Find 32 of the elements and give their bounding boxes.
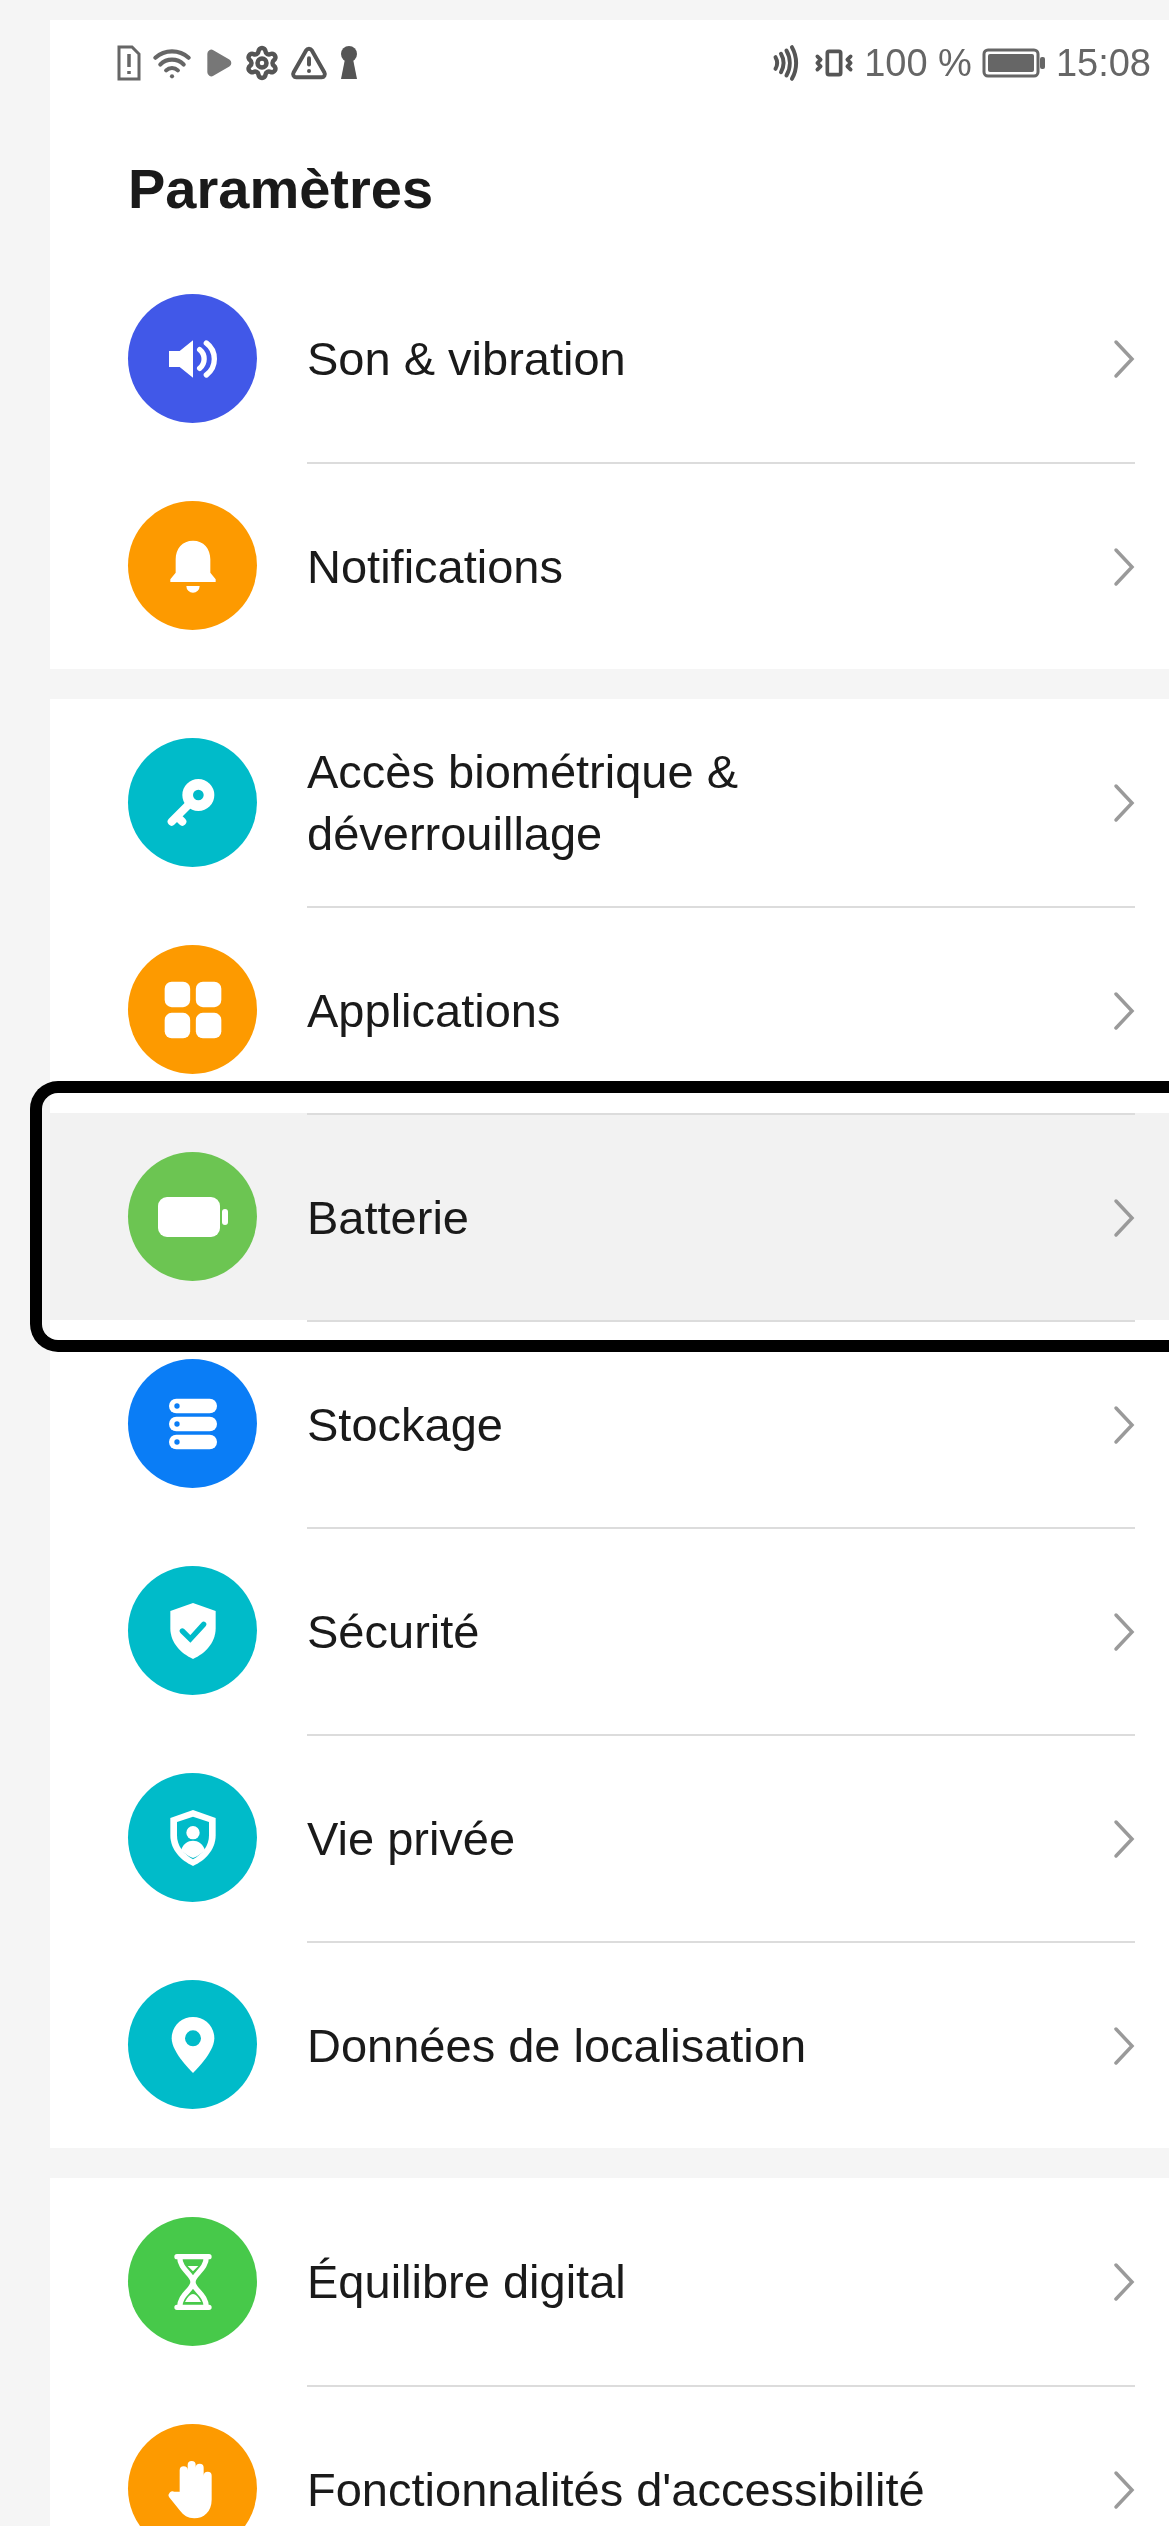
chevron-right-icon (1113, 1818, 1135, 1859)
item-label: Vie privée (307, 1810, 517, 1867)
item-label: Notifications (307, 538, 564, 595)
item-label: Sécurité (307, 1603, 481, 1660)
clock: 15:08 (1055, 41, 1151, 85)
item-label: Accès biométrique & déverrouillage (307, 744, 740, 862)
item-label: Batterie (307, 1189, 470, 1246)
chevron-right-icon (1113, 338, 1135, 379)
item-label: Applications (307, 982, 562, 1039)
settings-item[interactable]: Batterie (50, 1113, 1169, 1320)
item-label: Stockage (307, 1396, 504, 1453)
keyhole-icon (338, 45, 360, 81)
chevron-right-icon (1113, 2025, 1135, 2066)
chevron-right-icon (1113, 546, 1135, 587)
warning-icon (290, 44, 328, 82)
battery-icon (981, 48, 1046, 78)
chevron-right-icon (1113, 2261, 1135, 2302)
chevron-right-icon (1113, 990, 1135, 1031)
item-label: Données de localisation (307, 2017, 808, 2074)
chevron-right-icon (1113, 1197, 1135, 1238)
chevron-right-icon (1113, 782, 1135, 823)
chevron-right-icon (1113, 1404, 1135, 1445)
battery-icon (155, 1194, 230, 1239)
chevron-right-icon (1113, 1611, 1135, 1652)
item-label: Équilibre digital (307, 2253, 627, 2310)
chevron-right-icon (1113, 2469, 1135, 2510)
item-label: Son & vibration (307, 330, 627, 387)
page-title: Paramètres (127, 156, 435, 222)
item-label: Fonctionnalités d'accessibilité (307, 2461, 926, 2518)
sim-alert-icon (116, 45, 142, 81)
settings-icon (244, 45, 280, 81)
battery-percentage: 100 % (864, 41, 972, 85)
